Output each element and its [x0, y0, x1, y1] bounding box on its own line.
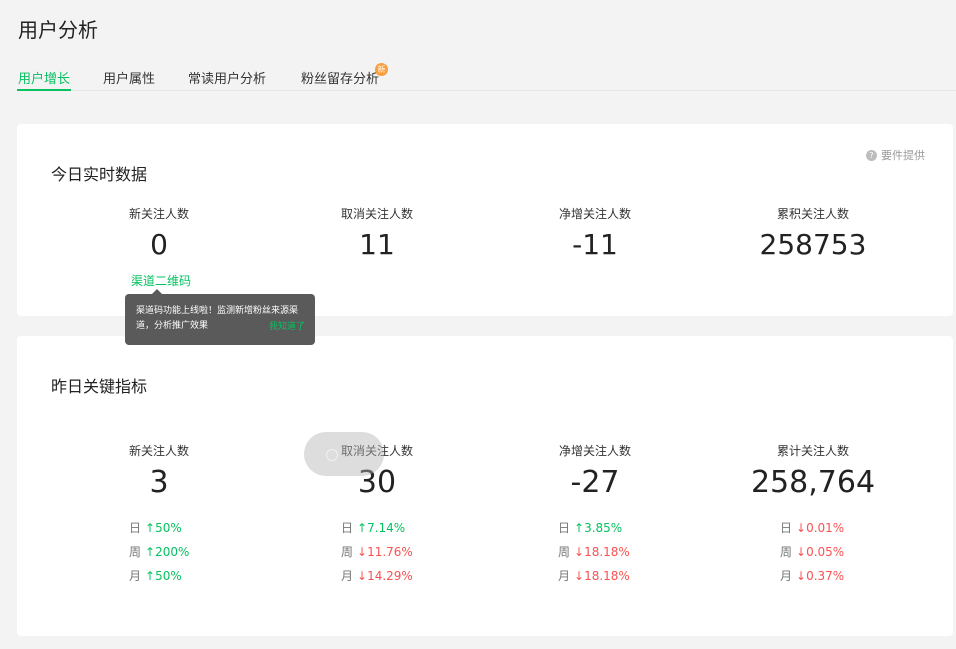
arrow-down-icon: ↓ — [357, 569, 368, 583]
arrow-down-icon: ↓ — [796, 545, 807, 559]
tooltip-arrow — [152, 289, 162, 294]
metric-value: 258753 — [759, 228, 867, 261]
metric-label: 新关注人数 — [128, 444, 189, 458]
compare-row-week: 周 ↓0.05% — [780, 545, 845, 559]
compare-new-follows: 日 ↑50% 周 ↑200% 月 ↑50% — [129, 516, 189, 588]
metric-label: 净增关注人数 — [558, 444, 631, 458]
metric-total-follows: 累积关注人数 258753 — [703, 205, 923, 261]
arrow-down-icon: ↓ — [574, 569, 585, 583]
metric-value: 11 — [359, 228, 395, 261]
arrow-up-icon: ↑ — [574, 521, 585, 535]
compare-row-month: 月 ↓0.37% — [780, 569, 845, 583]
metric-value: -11 — [572, 228, 618, 261]
channel-qrcode-link[interactable]: 渠道二维码 — [131, 272, 191, 289]
tab-frequent-readers[interactable]: 常读用户分析 — [188, 68, 266, 87]
yesterday-title: 昨日关键指标 — [51, 377, 148, 396]
spinner-icon — [326, 449, 338, 461]
arrow-down-icon: ↓ — [357, 545, 368, 559]
compare-row-day: 日 ↑50% — [129, 521, 182, 535]
metric-label: 新关注人数 — [128, 207, 189, 221]
metric-total-follows: 累计关注人数 258,764 — [703, 442, 923, 500]
help-label: 要件提供 — [881, 149, 925, 162]
compare-unfollows: 日 ↑7.14% 周 ↓11.76% 月 ↓14.29% — [341, 516, 413, 588]
arrow-up-icon: ↑ — [145, 545, 156, 559]
metric-net-follows: 净增关注人数 -11 — [485, 205, 705, 261]
tab-fan-retention-label: 粉丝留存分析 — [301, 72, 380, 87]
metric-value: 30 — [357, 465, 397, 500]
tab-bar: 用户增长 用户属性 常读用户分析 粉丝留存分析 新 — [16, 63, 956, 91]
tab-user-attributes[interactable]: 用户属性 — [103, 68, 155, 87]
arrow-down-icon: ↓ — [796, 521, 807, 535]
channel-qrcode-tooltip: 渠道码功能上线啦！监测新增粉丝来源渠道，分析推广效果 我知道了 — [125, 289, 315, 345]
metric-label: 净增关注人数 — [558, 207, 631, 221]
metric-value: -27 — [570, 465, 620, 500]
metric-value: 258,764 — [750, 465, 876, 500]
compare-row-week: 周 ↓11.76% — [341, 545, 413, 559]
metric-unfollows: 取消关注人数 11 — [267, 205, 487, 261]
help-link[interactable]: ? 要件提供 — [866, 147, 925, 163]
compare-row-month: 月 ↓18.18% — [558, 569, 630, 583]
metric-label: 累计关注人数 — [776, 444, 849, 458]
metric-new-follows: 新关注人数 0 — [49, 205, 269, 261]
new-badge: 新 — [375, 63, 388, 76]
metric-new-follows: 新关注人数 3 — [49, 442, 269, 500]
compare-row-day: 日 ↓0.01% — [780, 521, 845, 535]
compare-row-week: 周 ↑200% — [129, 545, 190, 559]
help-icon: ? — [866, 149, 877, 161]
realtime-title: 今日实时数据 — [51, 165, 148, 184]
compare-row-month: 月 ↓14.29% — [341, 569, 413, 583]
compare-row-week: 周 ↓18.18% — [558, 545, 630, 559]
tab-user-growth[interactable]: 用户增长 — [16, 68, 72, 91]
tab-fan-retention[interactable]: 粉丝留存分析 新 — [301, 63, 388, 87]
arrow-up-icon: ↑ — [145, 569, 156, 583]
realtime-card: 今日实时数据 ? 要件提供 新关注人数 0 取消关注人数 11 净增关注人数 -… — [17, 124, 953, 316]
metric-label: 累积关注人数 — [776, 207, 849, 221]
metric-value: 0 — [150, 228, 168, 261]
compare-row-day: 日 ↑7.14% — [341, 521, 406, 535]
page-title: 用户分析 — [18, 18, 98, 42]
metric-net-follows: 净增关注人数 -27 — [485, 442, 705, 500]
loading-indicator — [304, 432, 384, 476]
arrow-down-icon: ↓ — [574, 545, 585, 559]
metric-label: 取消关注人数 — [340, 207, 413, 221]
metric-value: 3 — [149, 465, 169, 500]
compare-row-day: 日 ↑3.85% — [558, 521, 623, 535]
compare-total-follows: 日 ↓0.01% 周 ↓0.05% 月 ↓0.37% — [780, 516, 844, 588]
arrow-down-icon: ↓ — [796, 569, 807, 583]
yesterday-card: 昨日关键指标 新关注人数 3 取消关注人数 30 净增关注人数 -27 累计关注… — [17, 336, 953, 636]
arrow-up-icon: ↑ — [357, 521, 368, 535]
arrow-up-icon: ↑ — [145, 521, 156, 535]
tooltip-dismiss-button[interactable]: 我知道了 — [269, 319, 305, 332]
compare-row-month: 月 ↑50% — [129, 569, 182, 583]
compare-net-follows: 日 ↑3.85% 周 ↓18.18% 月 ↓18.18% — [558, 516, 630, 588]
